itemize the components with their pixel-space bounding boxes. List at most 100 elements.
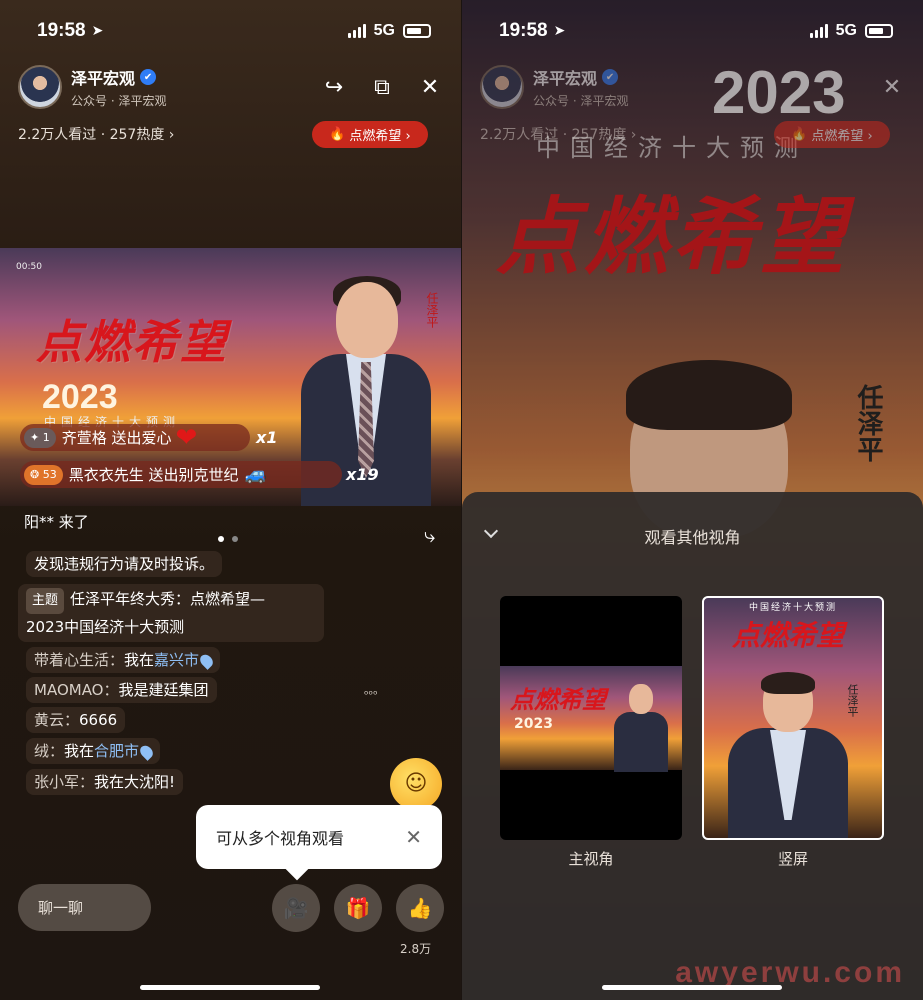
heart-icon: ❤ — [175, 422, 198, 453]
close-icon[interactable]: ✕ — [879, 75, 905, 100]
stream-header: 泽平宏观 ✔ 公众号 · 泽平宏观 ↪ ⧉ ✕ — [18, 62, 443, 112]
reaction-bubbles-icon: ᵒᵒᵒ — [364, 688, 378, 701]
thumbnail-speaker — [614, 678, 668, 772]
chat-text: 我是建廷集团 — [118, 681, 209, 699]
main-angle-thumbnail: 点燃希望 2023 — [500, 666, 682, 772]
chat-message: MAOMAO：我是建廷集团 — [26, 677, 217, 703]
topic-tag: 主题 — [26, 588, 65, 614]
gift-banner: ✦ 1 齐萱格 送出爱心 ❤ x1 — [20, 422, 277, 453]
main-angle-label: 主视角 — [568, 850, 614, 868]
status-bar: 19:58 ➤ 5G — [37, 18, 431, 44]
home-indicator[interactable] — [140, 985, 320, 990]
chat-user[interactable]: MAOMAO： — [34, 681, 119, 699]
multi-angle-tooltip: 可从多个视角观看 ✕ — [196, 805, 442, 869]
chat-message: 绒：我在合肥市 — [26, 738, 161, 764]
chat-input[interactable]: 聊一聊 — [18, 884, 151, 931]
location-pin-icon — [197, 651, 216, 670]
verified-icon: ✔ — [602, 69, 619, 85]
thumbnail-title: 点燃希望 — [510, 685, 606, 714]
portrait-angle-option[interactable]: 中国经济十大预测 点燃希望 任泽平 — [702, 596, 884, 840]
chat-user[interactable]: 黄云： — [34, 711, 79, 729]
chat-user[interactable]: 绒： — [34, 742, 64, 760]
car-icon: 🚙 — [244, 464, 267, 485]
chat-message: 张小军：我在大沈阳! — [26, 769, 184, 795]
chat-text: 2023中国经济十大预测 — [26, 618, 185, 636]
camera-angle-button[interactable]: 🎥 — [272, 884, 320, 932]
battery-icon — [403, 24, 431, 38]
home-indicator[interactable] — [602, 985, 782, 990]
video-year: 2023 — [42, 378, 118, 416]
gift-level: ✦ 1 — [24, 427, 56, 448]
location-pin-icon — [137, 742, 156, 761]
page-dots — [218, 536, 238, 542]
gift-count: x19 — [346, 465, 379, 484]
angle-picker-screen: 2023 中国经济十大预测 点燃希望 任泽平 19:58 ➤ 5G 泽平宏观 ✔ … — [462, 0, 923, 1000]
chat-message: 带着心生活：我在嘉兴市 — [26, 647, 221, 673]
like-count: 2.8万 — [400, 942, 432, 956]
chat-text: 阳** 来了 — [24, 513, 89, 531]
thumbnail-title: 点燃希望 — [732, 619, 845, 652]
account-name[interactable]: 泽平宏观 — [71, 65, 135, 89]
location-link[interactable]: 合肥市 — [94, 742, 139, 760]
gift-text: 黑衣衣先生 送出别克世纪 — [68, 466, 239, 484]
stream-header: 泽平宏观 ✔ 公众号 · 泽平宏观 ✕ — [480, 62, 905, 112]
angle-sheet: 观看其他视角 点燃希望 2023 主视角 中国经济十大预测 点燃希望 任泽平 竖… — [462, 492, 923, 1000]
account-subtitle: 公众号 · 泽平宏观 — [533, 94, 629, 108]
avatar[interactable] — [480, 65, 524, 109]
flame-icon: 🔥 — [791, 127, 808, 142]
video-camera-icon: 🎥 — [283, 896, 309, 920]
system-notice: 发现违规行为请及时投诉。 — [26, 551, 223, 577]
view-stats: 2.2万人看过 · 257热度 › — [480, 127, 637, 143]
chat-text: 我在大沈阳! — [94, 773, 176, 791]
video-elapsed: 00:50 — [16, 262, 42, 272]
verified-icon: ✔ — [140, 69, 157, 85]
like-button[interactable]: 👍 — [396, 884, 444, 932]
gift-button[interactable]: 🎁 — [334, 884, 382, 932]
main-angle-option[interactable]: 点燃希望 2023 — [500, 596, 682, 840]
status-time: 19:58 — [499, 20, 548, 41]
location-arrow-icon: ➤ — [91, 23, 104, 39]
chat-user[interactable]: 张小军： — [34, 773, 94, 791]
tooltip-close-icon[interactable]: ✕ — [405, 825, 422, 849]
network-label: 5G — [373, 22, 395, 39]
thumbs-up-icon: 👍 — [407, 896, 433, 920]
thumbnail-year: 2023 — [514, 716, 553, 732]
portrait-angle-label: 竖屏 — [777, 850, 808, 868]
gift-icon: 🎁 — [345, 896, 371, 920]
chat-text: 发现违规行为请及时投诉。 — [34, 555, 215, 573]
view-stats[interactable]: 2.2万人看过 · 257热度 › — [18, 124, 174, 144]
location-arrow-icon: ➤ — [553, 23, 566, 39]
chat-user[interactable]: 带着心生活： — [34, 651, 124, 669]
close-icon[interactable]: ✕ — [417, 75, 443, 100]
tooltip-text: 可从多个视角观看 — [216, 829, 345, 848]
rotate-screen-icon[interactable]: ⤷ — [424, 523, 435, 547]
account-name[interactable]: 泽平宏观 — [533, 65, 597, 89]
topic-message: 主题 任泽平年终大秀：点燃希望— 2023中国经济十大预测 — [18, 584, 324, 642]
share-icon[interactable]: ↪ — [321, 75, 347, 100]
location-link[interactable]: 嘉兴市 — [154, 651, 199, 669]
pip-icon[interactable]: ⧉ — [369, 75, 395, 100]
fire-button-label: 点燃希望 › — [811, 129, 873, 144]
network-label: 5G — [835, 22, 857, 39]
live-stream-screen: 19:58 ➤ 5G 泽平宏观 ✔ 公众号 · 泽平宏观 ↪ ⧉ ✕ 2.2万人看… — [0, 0, 461, 1000]
status-time: 19:58 — [37, 20, 86, 41]
video-title: 点燃希望 — [36, 315, 228, 369]
fire-button[interactable]: 🔥 点燃希望 › — [312, 121, 428, 148]
fire-button-label: 点燃希望 › — [349, 129, 411, 144]
gift-text: 齐萱格 送出爱心 — [61, 429, 172, 447]
chat-text: 6666 — [79, 711, 118, 729]
thumbnail-speaker — [728, 672, 848, 838]
signal-icon — [809, 24, 828, 38]
gift-count: x1 — [256, 428, 278, 447]
status-bar: 19:58 ➤ 5G — [499, 18, 893, 44]
thumbnail-subtitle: 中国经济十大预测 — [748, 603, 837, 613]
chat-text: 任泽平年终大秀：点燃希望— — [70, 590, 266, 608]
chat-text: 我在 — [124, 651, 155, 669]
sheet-title: 观看其他视角 — [644, 528, 741, 547]
account-subtitle: 公众号 · 泽平宏观 — [71, 94, 167, 108]
fire-button: 🔥 点燃希望 › — [774, 121, 890, 148]
flame-icon: 🔥 — [329, 127, 346, 142]
signal-icon — [347, 24, 366, 38]
avatar[interactable] — [18, 65, 62, 109]
gift-banner: ❂ 53 黑衣衣先生 送出别克世纪 🚙 x19 — [20, 461, 379, 488]
